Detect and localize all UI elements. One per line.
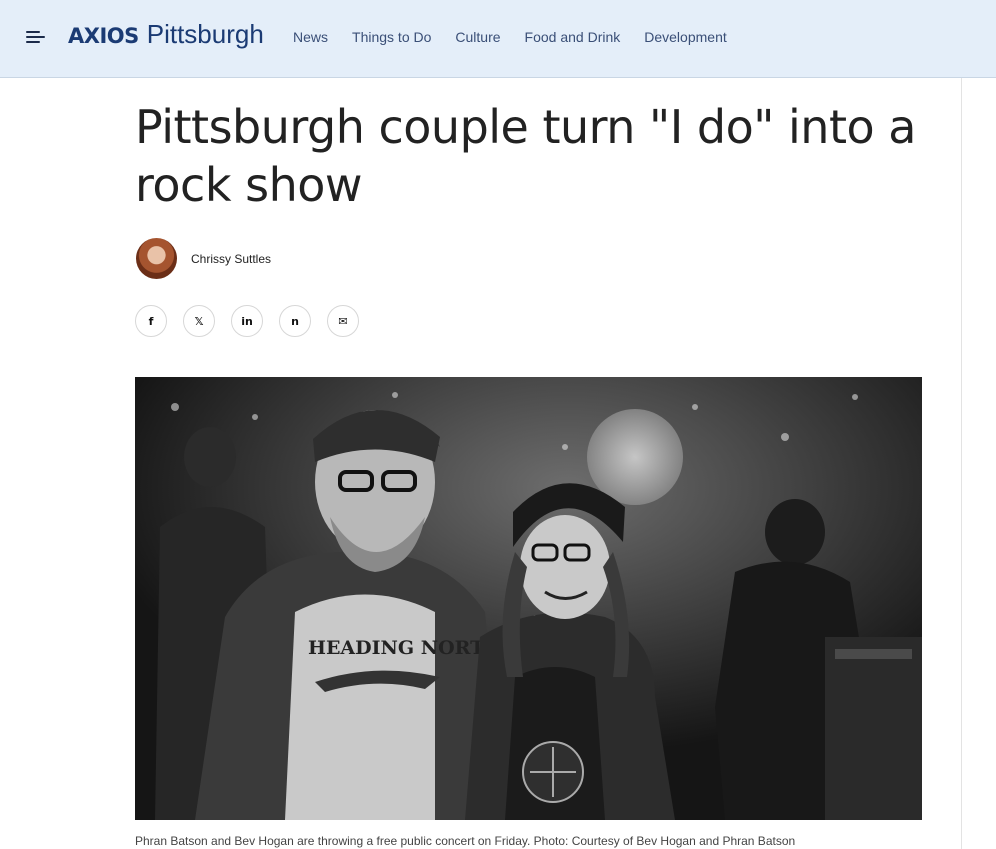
- nav-things-to-do[interactable]: Things to Do: [352, 29, 431, 45]
- site-header: AXIOS Pittsburgh News Things to Do Cultu…: [0, 0, 996, 78]
- hero-photo-illustration: HEADING NORTH: [135, 377, 922, 820]
- nav-news[interactable]: News: [293, 29, 328, 45]
- share-row: f 𝕏 in n ✉: [135, 305, 359, 337]
- share-x-button[interactable]: 𝕏: [183, 305, 215, 337]
- right-rail-divider: [961, 78, 962, 849]
- nextdoor-icon: n: [291, 314, 299, 328]
- shirt-text: HEADING NORTH: [308, 637, 502, 659]
- linkedin-icon: in: [241, 314, 253, 328]
- share-linkedin-button[interactable]: in: [231, 305, 263, 337]
- share-facebook-button[interactable]: f: [135, 305, 167, 337]
- menu-icon[interactable]: [26, 29, 46, 45]
- main-nav: News Things to Do Culture Food and Drink…: [293, 29, 751, 45]
- facebook-icon: f: [148, 314, 154, 328]
- brand-city: Pittsburgh: [146, 19, 264, 49]
- x-twitter-icon: 𝕏: [194, 314, 204, 328]
- brand-axios: AXIOS: [68, 24, 139, 48]
- article-headline: Pittsburgh couple turn "I do" into a roc…: [135, 100, 916, 212]
- author-avatar[interactable]: [136, 238, 177, 279]
- share-email-button[interactable]: ✉: [327, 305, 359, 337]
- site-logo[interactable]: AXIOS Pittsburgh: [68, 19, 264, 50]
- author-name[interactable]: Chrissy Suttles: [191, 252, 271, 266]
- photo-caption: Phran Batson and Bev Hogan are throwing …: [135, 834, 796, 848]
- byline: Chrissy Suttles: [136, 238, 271, 279]
- hero-photo: HEADING NORTH: [135, 377, 922, 820]
- share-nextdoor-button[interactable]: n: [279, 305, 311, 337]
- nav-food-and-drink[interactable]: Food and Drink: [525, 29, 621, 45]
- email-icon: ✉: [338, 314, 348, 328]
- nav-development[interactable]: Development: [644, 29, 727, 45]
- nav-culture[interactable]: Culture: [455, 29, 500, 45]
